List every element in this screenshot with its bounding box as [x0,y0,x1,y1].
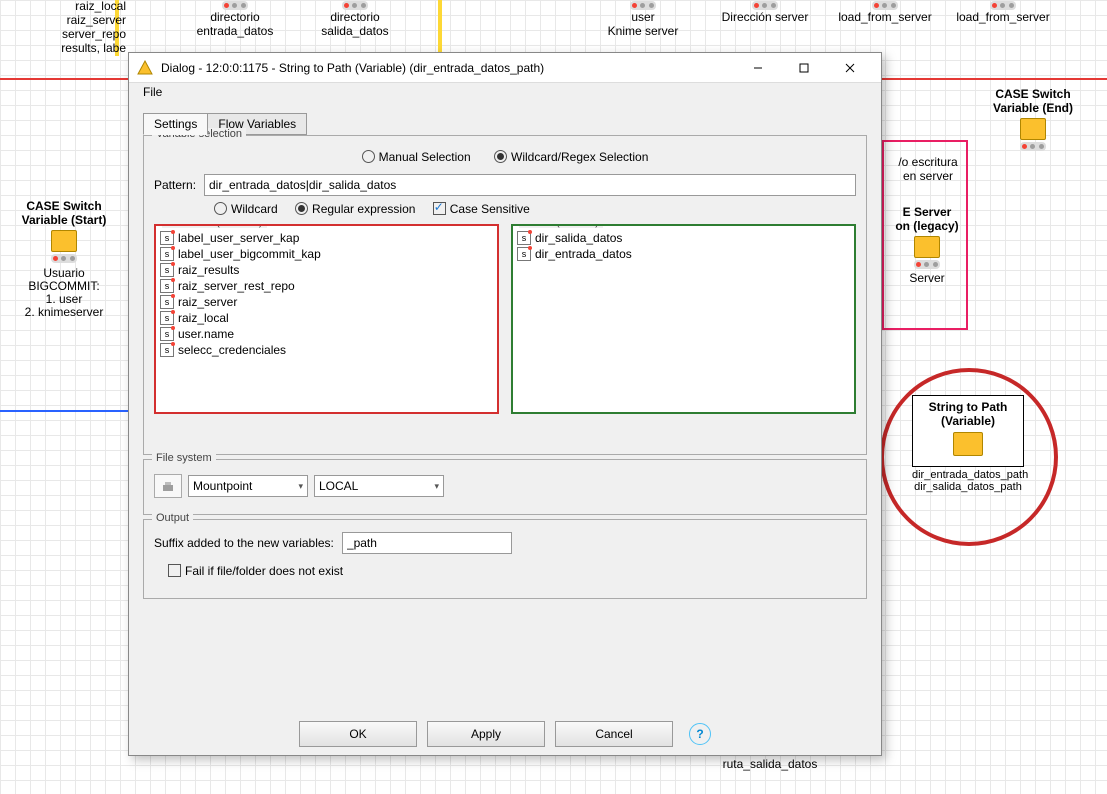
string-var-icon: s [160,327,174,341]
apply-button[interactable]: Apply [427,721,545,747]
maximize-button[interactable] [781,53,827,83]
fs-connect-button[interactable] [154,474,182,498]
bg-node-dir-server: Dirección server [710,0,820,25]
string-var-icon: s [517,247,531,261]
checkbox-fail-if-missing[interactable]: Fail if file/folder does not exist [168,564,343,578]
bg-line [438,0,442,56]
legend-fs: File system [152,452,216,464]
string-var-icon: s [160,311,174,325]
node-string-to-path[interactable]: String to Path (Variable) dir_entrada_da… [912,395,1024,493]
radio-manual-selection[interactable]: Manual Selection [362,150,471,164]
selection-mode-row: Manual Selection Wildcard/Regex Selectio… [154,150,856,164]
list-item[interactable]: sraiz_server_rest_repo [160,278,493,294]
bg-node-dir-salida: directorio salida_datos [310,0,400,39]
bg-line [0,410,128,412]
tab-bar: Settings Flow Variables [143,113,867,135]
pattern-input[interactable] [204,174,856,196]
exclude-list[interactable]: Mismatch (Exclude) slabel_user_server_ka… [154,224,499,414]
bg-eserver: E Server on (legacy) Server [886,206,968,285]
fieldset-output: Output Suffix added to the new variables… [143,519,867,599]
bg-node-user-knime: user Knime server [598,0,688,39]
titlebar[interactable]: Dialog - 12:0:0:1175 - String to Path (V… [129,53,881,83]
tab-settings[interactable]: Settings [143,113,208,135]
list-item[interactable]: sdir_entrada_datos [517,246,850,262]
list-item[interactable]: sraiz_local [160,310,493,326]
string-var-icon: s [160,263,174,277]
button-bar: OK Apply Cancel ? [129,721,881,747]
ok-button[interactable]: OK [299,721,417,747]
string-var-icon: s [160,247,174,261]
fs-mount-select[interactable]: LOCAL▾ [314,475,444,497]
dialog-string-to-path: Dialog - 12:0:0:1175 - String to Path (V… [128,52,882,756]
radio-wildcard[interactable]: Wildcard [214,202,278,216]
list-item[interactable]: suser.name [160,326,493,342]
bg-node-dir-entrada: directorio entrada_datos [190,0,280,39]
dialog-title: Dialog - 12:0:0:1175 - String to Path (V… [161,61,735,75]
string-var-icon: s [160,231,174,245]
bg-ruta-salida: ruta_salida_datos [700,758,840,772]
radio-regular-expression[interactable]: Regular expression [295,202,415,216]
list-item[interactable]: sraiz_results [160,262,493,278]
list-item[interactable]: sselecc_credenciales [160,342,493,358]
suffix-label: Suffix added to the new variables: [154,536,334,550]
bg-node-load2: load_from_server [948,0,1058,25]
bg-case-end: CASE Switch Variable (End) [978,88,1088,152]
string-var-icon: s [517,231,531,245]
list-item[interactable]: sdir_salida_datos [517,230,850,246]
bg-node-load1: load_from_server [830,0,940,25]
close-button[interactable] [827,53,873,83]
fs-type-select[interactable]: Mountpoint▾ [188,475,308,497]
fieldset-file-system: File system Mountpoint▾ LOCAL▾ [143,459,867,515]
list-item[interactable]: slabel_user_bigcommit_kap [160,246,493,262]
bg-node-raiz: raiz_local raiz_server server_repo resul… [42,0,126,56]
checkbox-case-sensitive[interactable]: Case Sensitive [433,202,530,216]
string-var-icon: s [160,279,174,293]
list-item[interactable]: sraiz_server [160,294,493,310]
menu-file[interactable]: File [137,83,168,101]
help-button[interactable]: ? [689,723,711,745]
bg-escritura: /o escritura en server [888,156,968,184]
cancel-button[interactable]: Cancel [555,721,673,747]
radio-wildcard-regex-selection[interactable]: Wildcard/Regex Selection [494,150,648,164]
menubar: File [129,83,881,105]
suffix-input[interactable] [342,532,512,554]
include-list[interactable]: Match (Include) sdir_salida_datossdir_en… [511,224,856,414]
list-item[interactable]: slabel_user_server_kap [160,230,493,246]
pattern-label: Pattern: [154,178,204,192]
string-var-icon: s [160,295,174,309]
minimize-button[interactable] [735,53,781,83]
fieldset-variable-selection: Variable selection Manual Selection Wild… [143,135,867,455]
bg-case-start: CASE Switch Variable (Start) Usuario BIG… [0,200,128,319]
string-var-icon: s [160,343,174,357]
app-icon [137,60,153,76]
legend-output: Output [152,512,193,524]
